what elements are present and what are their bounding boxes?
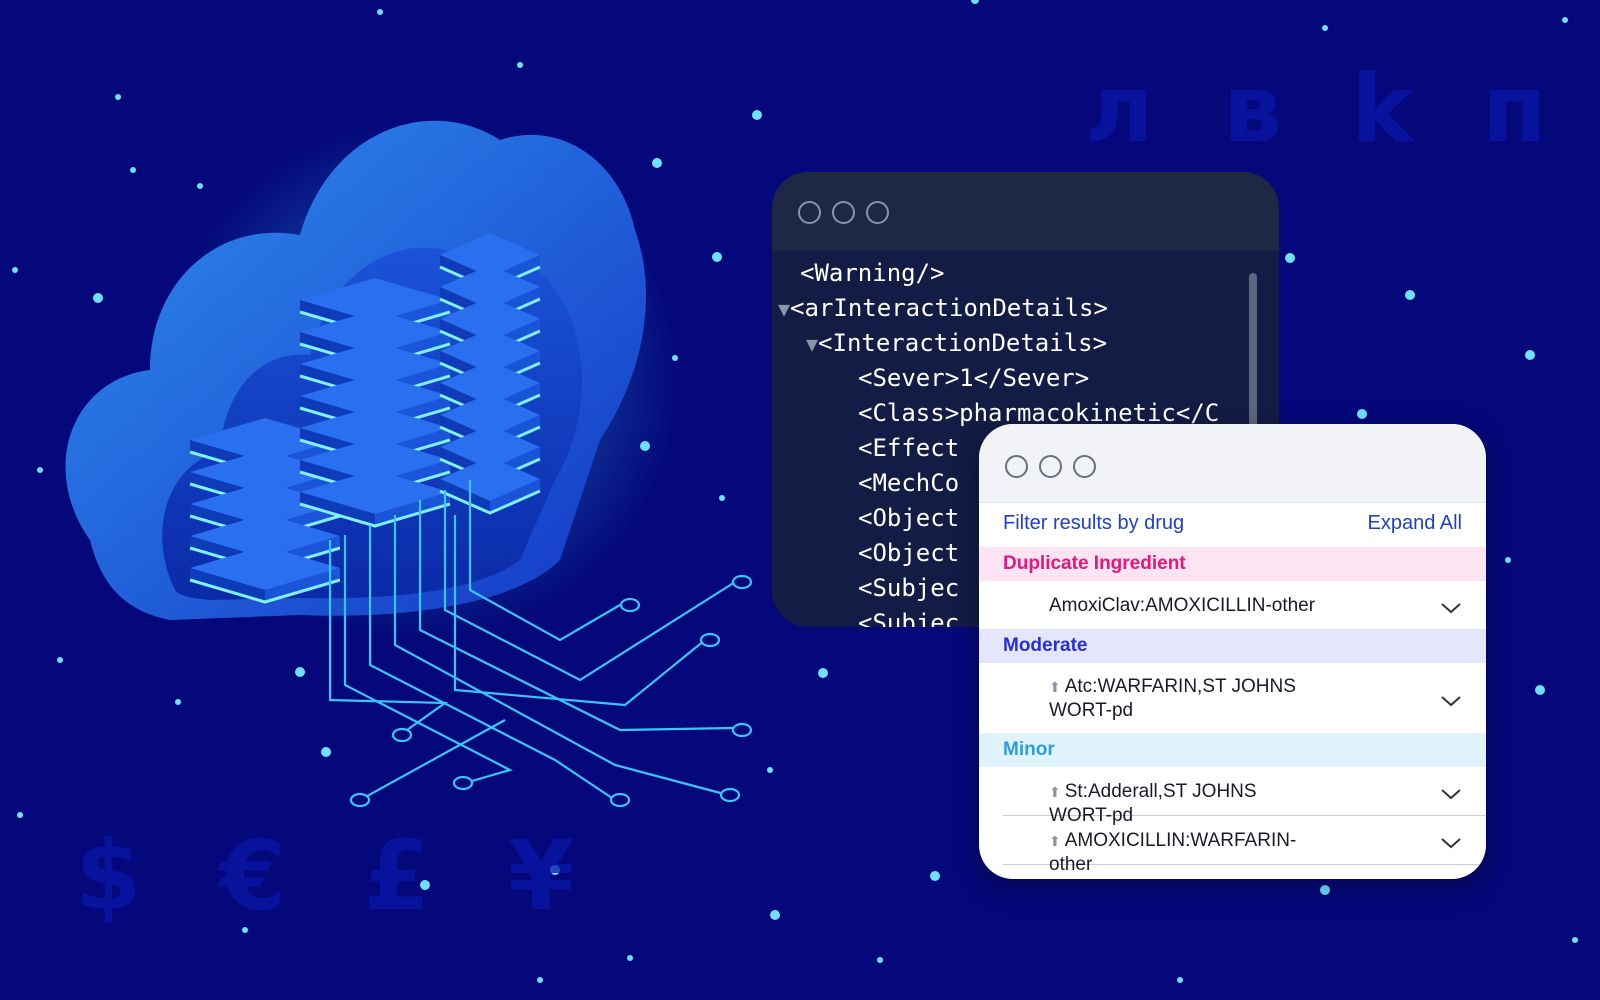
expand-all-link[interactable]: Expand All (1367, 512, 1462, 535)
severity-group-header: Minor (979, 733, 1486, 767)
expand-triangle-icon[interactable]: ▼ (778, 297, 790, 321)
window-maximize-icon[interactable] (1073, 455, 1096, 478)
interaction-result-row[interactable]: ⬆ Atc:WARFARIN,ST JOHNS WORT-pd (1003, 663, 1486, 733)
code-text: <Subjec (858, 574, 960, 602)
results-window-titlebar (979, 424, 1486, 503)
severity-group-header: Moderate (979, 629, 1486, 663)
window-minimize-icon[interactable] (832, 201, 855, 224)
chevron-down-icon[interactable] (1440, 834, 1462, 849)
code-line[interactable]: ▼<arInteractionDetails> (778, 291, 1108, 325)
code-line: <Subjec (858, 606, 959, 627)
cloud-server-graphic (65, 120, 753, 808)
interaction-label: AMOXICILLIN:WARFARIN-other (1049, 830, 1297, 875)
interaction-results-panel: Filter results by drug Expand All Duplic… (979, 424, 1486, 879)
chevron-down-icon[interactable] (1440, 599, 1462, 614)
interaction-text: ⬆ Atc:WARFARIN,ST JOHNS WORT-pd (1049, 675, 1319, 722)
arrow-up-icon: ⬆ (1049, 833, 1061, 849)
window-close-icon[interactable] (798, 201, 821, 224)
code-text: <Class>pharmacokinetic</C (858, 399, 1220, 427)
code-text: <Object (858, 504, 960, 532)
code-line: <Object (858, 536, 959, 570)
code-text: <Warning/> (800, 259, 945, 287)
code-line: <MechCo (858, 466, 959, 500)
interaction-result-row[interactable]: ⬆ AMOXICILLIN:WARFARIN-other (1003, 816, 1486, 875)
code-window-titlebar (772, 172, 1279, 251)
code-line: <Subjec (858, 571, 959, 605)
code-text: <Subjec (858, 609, 960, 627)
interaction-label: Atc:WARFARIN,ST JOHNS WORT-pd (1049, 676, 1296, 721)
interaction-result-row[interactable]: AmoxiClav:AMOXICILLIN-other (1003, 581, 1486, 629)
code-text: <MechCo (858, 469, 960, 497)
code-line[interactable]: ▼<InteractionDetails> (806, 326, 1107, 360)
filter-by-drug-link[interactable]: Filter results by drug (1003, 512, 1184, 535)
chevron-down-icon[interactable] (1440, 692, 1462, 707)
code-line: <Object (858, 501, 959, 535)
ghost-currency-symbols: $ € £ ¥ (75, 820, 597, 932)
interaction-text: AmoxiClav:AMOXICILLIN-other (1049, 594, 1319, 617)
filter-bar: Filter results by drug Expand All (979, 503, 1486, 547)
expand-triangle-icon[interactable]: ▼ (806, 332, 818, 356)
arrow-up-icon: ⬆ (1049, 679, 1061, 695)
code-line: <Effect (858, 431, 959, 465)
code-text: <Sever>1</Sever> (858, 364, 1090, 392)
code-line: <Warning/> (800, 256, 945, 290)
chevron-down-icon[interactable] (1440, 785, 1462, 800)
code-text: <arInteractionDetails> (790, 294, 1108, 322)
arrow-up-icon: ⬆ (1049, 784, 1061, 800)
interaction-label: AmoxiClav:AMOXICILLIN-other (1049, 595, 1316, 616)
code-line: <Sever>1</Sever> (858, 361, 1089, 395)
code-text: <Object (858, 539, 960, 567)
code-text: <Effect (858, 434, 960, 462)
interaction-result-row[interactable]: ⬆ St:Adderall,ST JOHNS WORT-pd (1003, 767, 1486, 826)
window-close-icon[interactable] (1005, 455, 1028, 478)
results-groups: Duplicate Ingredient AmoxiClav:AMOXICILLI… (979, 547, 1486, 875)
severity-group-header: Duplicate Ingredient (979, 547, 1486, 581)
interaction-text: ⬆ AMOXICILLIN:WARFARIN-other (1049, 829, 1319, 876)
window-minimize-icon[interactable] (1039, 455, 1062, 478)
window-maximize-icon[interactable] (866, 201, 889, 224)
code-text: <InteractionDetails> (818, 329, 1108, 357)
